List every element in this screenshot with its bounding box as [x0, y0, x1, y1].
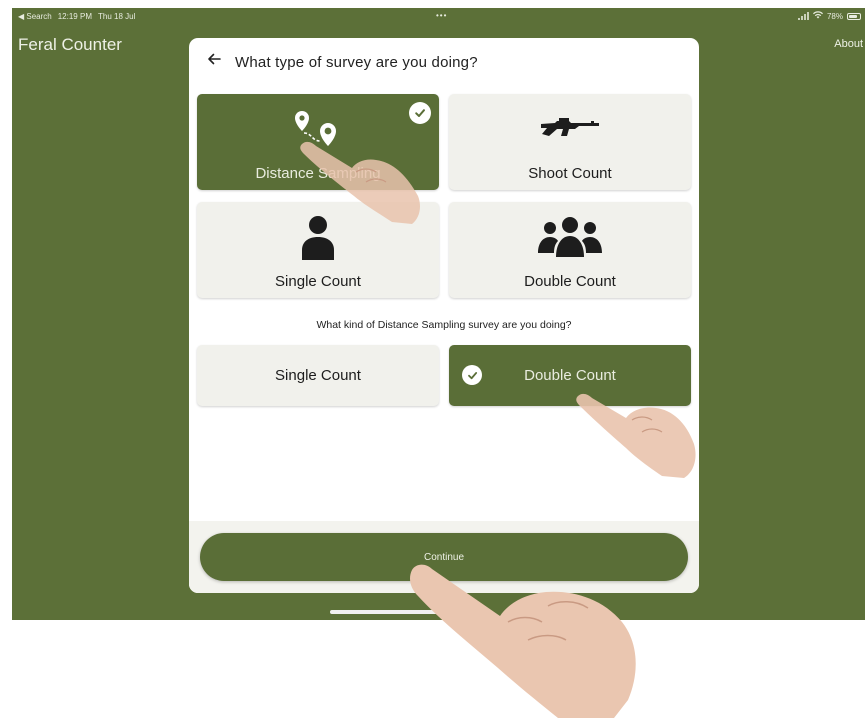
survey-type-distance-sampling[interactable]: Distance Sampling — [197, 94, 439, 190]
distance-sampling-question: What kind of Distance Sampling survey ar… — [316, 319, 572, 331]
dialog-footer: Continue — [189, 521, 699, 593]
home-indicator[interactable] — [330, 610, 464, 614]
tile-label: Shoot Count — [528, 165, 612, 182]
checkmark-icon — [462, 365, 482, 385]
survey-type-shoot-count[interactable]: Shoot Count — [449, 94, 691, 190]
battery-icon — [847, 12, 861, 20]
survey-type-double-count[interactable]: Double Count — [449, 202, 691, 298]
dialog-header: What type of survey are you doing? — [189, 38, 699, 86]
status-date: Thu 18 Jul — [97, 12, 136, 21]
checkmark-icon — [409, 102, 431, 124]
dialog-title: What type of survey are you doing? — [235, 54, 478, 71]
status-left: ◀ Search 12:19 PM Thu 18 Jul — [18, 12, 135, 21]
status-right: 78% — [797, 11, 861, 21]
app-screen: ◀ Search 12:19 PM Thu 18 Jul ••• 78% Fer… — [12, 8, 865, 620]
route-pins-icon — [197, 106, 439, 152]
arrow-left-icon[interactable] — [207, 52, 221, 71]
distance-option-single-count[interactable]: Single Count — [197, 345, 439, 406]
about-link[interactable]: About — [834, 38, 863, 50]
continue-button[interactable]: Continue — [200, 533, 688, 581]
group-icon — [449, 214, 691, 260]
wifi-icon — [812, 11, 823, 21]
option-label: Double Count — [524, 367, 616, 384]
tile-label: Single Count — [275, 273, 361, 290]
app-title: Feral Counter — [18, 35, 122, 54]
status-time: 12:19 PM — [57, 12, 92, 21]
person-icon — [197, 214, 439, 260]
battery-fill — [849, 14, 857, 18]
multitasking-dots[interactable]: ••• — [436, 11, 447, 20]
signal-icon — [797, 12, 809, 20]
rifle-icon — [449, 106, 691, 152]
tile-label: Distance Sampling — [255, 165, 381, 182]
survey-type-single-count[interactable]: Single Count — [197, 202, 439, 298]
survey-type-dialog: What type of survey are you doing? Dista… — [189, 38, 699, 593]
status-bar: ◀ Search 12:19 PM Thu 18 Jul ••• 78% — [12, 8, 865, 26]
option-label: Single Count — [275, 367, 361, 384]
battery-percent: 78% — [826, 11, 843, 21]
back-to-search-link[interactable]: ◀ Search — [18, 12, 52, 21]
tile-label: Double Count — [524, 273, 616, 290]
distance-option-double-count[interactable]: Double Count — [449, 345, 691, 406]
